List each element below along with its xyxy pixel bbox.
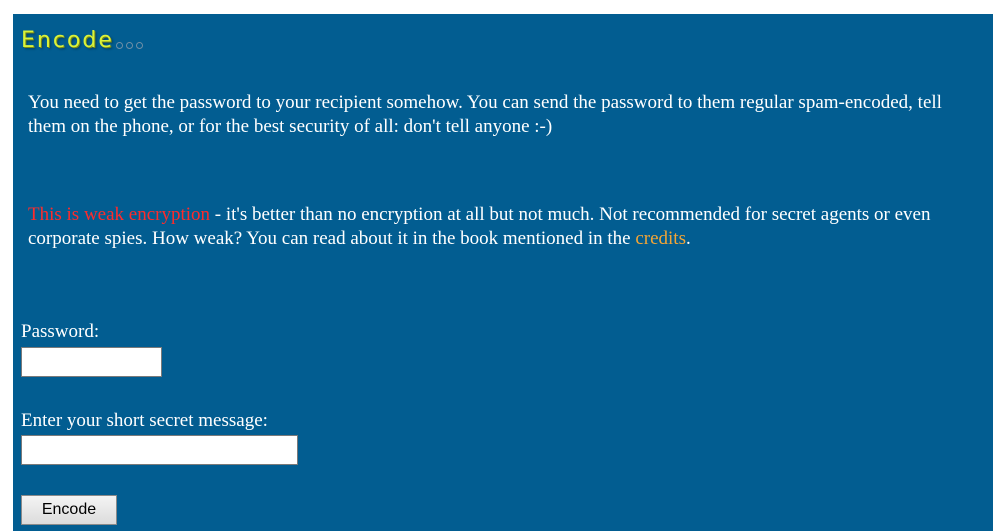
credits-link[interactable]: credits — [635, 228, 686, 249]
intro-paragraph: You need to get the password to your rec… — [28, 91, 983, 139]
password-label: Password: — [21, 321, 100, 342]
encode-button[interactable]: Encode — [21, 495, 117, 525]
intro-text: You need to get the password to your rec… — [28, 92, 942, 137]
secret-message-input[interactable] — [21, 435, 298, 465]
password-input[interactable] — [21, 347, 162, 377]
weak-encryption-warning: This is weak encryption — [28, 204, 211, 225]
page-title-wrap: Encode — [21, 25, 143, 55]
title-dots-decoration — [115, 42, 143, 49]
warning-paragraph: This is weak encryption - it's better th… — [28, 203, 988, 251]
page-title: Encode — [21, 28, 114, 53]
warning-text-end: . — [685, 228, 691, 249]
message-label: Enter your short secret message: — [21, 410, 268, 431]
encode-panel: Encode You need to get the password to y… — [13, 14, 993, 531]
